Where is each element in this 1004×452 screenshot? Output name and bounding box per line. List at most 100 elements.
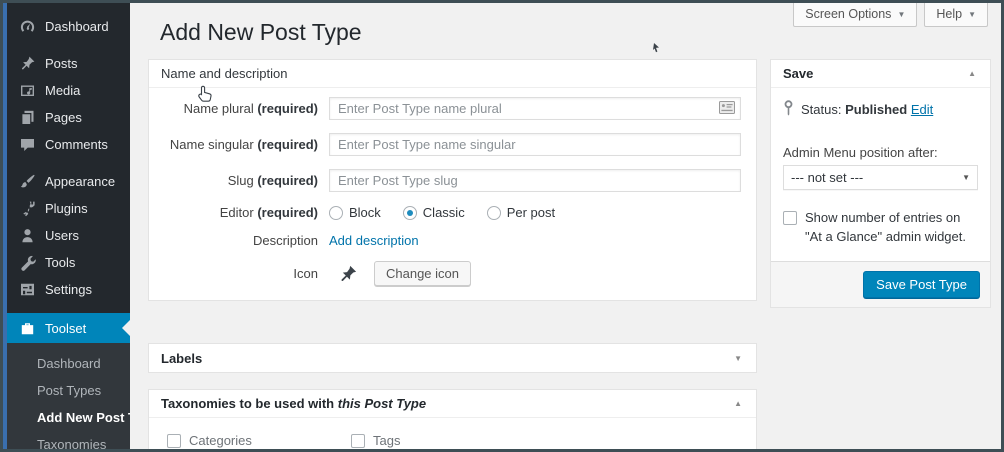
name-description-panel-header[interactable]: Name and description xyxy=(149,60,756,88)
sidebar-item-label: Settings xyxy=(45,282,92,297)
description-row: Description Add description xyxy=(149,233,741,248)
add-description-link[interactable]: Add description xyxy=(329,233,419,248)
icon-label: Icon xyxy=(293,266,318,281)
submenu-item-dashboard[interactable]: Dashboard xyxy=(7,350,130,377)
chevron-up-icon[interactable]: ▲ xyxy=(966,69,978,78)
checkbox-unchecked-icon xyxy=(167,433,181,448)
chevron-up-icon[interactable]: ▲ xyxy=(732,399,744,408)
help-button[interactable]: Help ▼ xyxy=(924,3,988,27)
sidebar-item-settings[interactable]: Settings xyxy=(7,276,130,303)
sidebar-item-label: Media xyxy=(45,83,81,98)
sidebar-item-tools[interactable]: Tools xyxy=(7,249,130,276)
menu-position-select[interactable]: --- not set --- ▼ xyxy=(783,165,978,190)
wordpress-admin-window: Dashboard Posts Media Pages Comments App… xyxy=(0,0,1004,452)
at-a-glance-checkbox-row[interactable]: Show number of entries on "At a Glance" … xyxy=(783,209,978,247)
submenu-item-taxonomies[interactable]: Taxonomies xyxy=(7,431,130,449)
toolset-submenu: Dashboard Post Types Add New Post Type T… xyxy=(7,343,157,449)
screen-options-button[interactable]: Screen Options ▼ xyxy=(793,3,918,27)
checkbox-unchecked-icon xyxy=(351,433,365,448)
name-singular-row: Name singular (required) xyxy=(149,133,741,156)
name-singular-label: Name singular (required) xyxy=(169,137,318,152)
sidebar-item-label: Appearance xyxy=(45,174,116,189)
icon-row: Icon Change icon xyxy=(149,261,741,286)
name-plural-input[interactable] xyxy=(329,97,741,120)
sidebar-item-toolset[interactable]: Toolset xyxy=(7,313,130,343)
sidebar-item-comments[interactable]: Comments xyxy=(7,131,130,158)
plugin-icon xyxy=(19,200,36,217)
sidebar-item-pages[interactable]: Pages xyxy=(7,104,130,131)
editor-option-block[interactable]: Block xyxy=(329,205,381,220)
sidebar-item-dashboard[interactable]: Dashboard xyxy=(7,13,130,40)
sidebar-item-label: Posts xyxy=(45,56,78,71)
current-post-type-pushpin-icon xyxy=(338,264,358,284)
slug-label: Slug (required) xyxy=(227,173,318,188)
sidebar-item-label: Toolset xyxy=(45,320,87,336)
chevron-down-icon[interactable]: ▼ xyxy=(732,354,744,363)
editor-radio-group: Block Classic Per post xyxy=(329,205,555,220)
chevron-down-icon: ▼ xyxy=(897,9,906,19)
status-line: Status: Published Edit xyxy=(783,100,978,119)
editor-option-per-post[interactable]: Per post xyxy=(486,205,555,220)
change-icon-button[interactable]: Change icon xyxy=(374,261,471,286)
menu-separator xyxy=(7,158,130,168)
menu-position-label: Admin Menu position after: xyxy=(783,145,938,160)
screen-meta-links: Screen Options ▼ Help ▼ xyxy=(793,3,988,27)
editor-row: Editor (required) Block Classic Per post xyxy=(149,205,741,220)
status-pin-icon xyxy=(783,100,794,119)
settings-icon xyxy=(19,281,36,298)
brush-icon xyxy=(19,173,36,190)
sidebar-item-appearance[interactable]: Appearance xyxy=(7,168,130,195)
chevron-down-icon: ▼ xyxy=(968,9,976,19)
sidebar-item-label: Plugins xyxy=(45,201,88,216)
sidebar-item-media[interactable]: Media xyxy=(7,77,130,104)
submenu-item-add-new-post-type[interactable]: Add New Post Type xyxy=(7,404,157,431)
dashboard-icon xyxy=(19,18,36,35)
sidebar-item-label: Tools xyxy=(45,255,76,270)
taxonomies-panel: Taxonomies to be used with this Post Typ… xyxy=(148,389,757,449)
name-plural-label: Name plural (required) xyxy=(183,101,318,116)
pushpin-icon xyxy=(19,55,36,72)
media-icon xyxy=(19,82,36,99)
name-description-panel: Name and description Name plural (requir… xyxy=(148,59,757,301)
radio-unchecked-icon xyxy=(486,205,501,220)
sidebar-item-label: Pages xyxy=(45,110,82,125)
labels-panel-header[interactable]: Labels ▼ xyxy=(149,344,756,372)
user-icon xyxy=(19,227,36,244)
edit-status-link[interactable]: Edit xyxy=(911,102,933,117)
sidebar-item-posts[interactable]: Posts xyxy=(7,50,130,77)
current-menu-arrow xyxy=(122,320,130,336)
name-plural-row: Name plural (required) xyxy=(149,97,741,120)
labels-panel: Labels ▼ xyxy=(148,343,757,373)
submenu-item-post-types[interactable]: Post Types xyxy=(7,377,130,404)
sidebar-item-label: Dashboard xyxy=(45,19,109,34)
taxonomies-panel-header[interactable]: Taxonomies to be used with this Post Typ… xyxy=(149,390,756,418)
save-panel-footer: Save Post Type xyxy=(771,260,990,307)
chevron-down-icon: ▼ xyxy=(962,173,970,182)
main-content: Screen Options ▼ Help ▼ Add New Post Typ… xyxy=(130,3,1001,449)
menu-separator xyxy=(7,40,130,50)
wrench-icon xyxy=(19,254,36,271)
sidebar-item-label: Comments xyxy=(45,137,108,152)
slug-input[interactable] xyxy=(329,169,741,192)
save-post-type-button[interactable]: Save Post Type xyxy=(863,270,980,298)
checkbox-unchecked-icon xyxy=(783,211,797,225)
editor-option-classic[interactable]: Classic xyxy=(402,205,465,220)
pages-icon xyxy=(19,109,36,126)
sidebar-item-label: Users xyxy=(45,228,79,243)
save-panel-header[interactable]: Save ▲ xyxy=(771,60,990,88)
editor-label: Editor (required) xyxy=(219,205,318,220)
name-singular-input[interactable] xyxy=(329,133,741,156)
radio-unchecked-icon xyxy=(329,205,343,220)
taxonomy-tags-checkbox[interactable]: Tags xyxy=(351,433,400,448)
admin-menu-sidebar: Dashboard Posts Media Pages Comments App… xyxy=(7,3,157,449)
sidebar-item-users[interactable]: Users xyxy=(7,222,130,249)
taxonomy-categories-checkbox[interactable]: Categories xyxy=(167,433,351,448)
toolset-icon xyxy=(19,320,36,337)
description-label: Description xyxy=(252,233,318,248)
sidebar-item-plugins[interactable]: Plugins xyxy=(7,195,130,222)
save-panel: Save ▲ Status: Published Edit Admin Menu… xyxy=(770,59,991,308)
menu-separator xyxy=(7,303,130,313)
comment-icon xyxy=(19,136,36,153)
radio-checked-icon xyxy=(402,205,417,220)
at-a-glance-checkbox-label: Show number of entries on "At a Glance" … xyxy=(805,210,966,244)
